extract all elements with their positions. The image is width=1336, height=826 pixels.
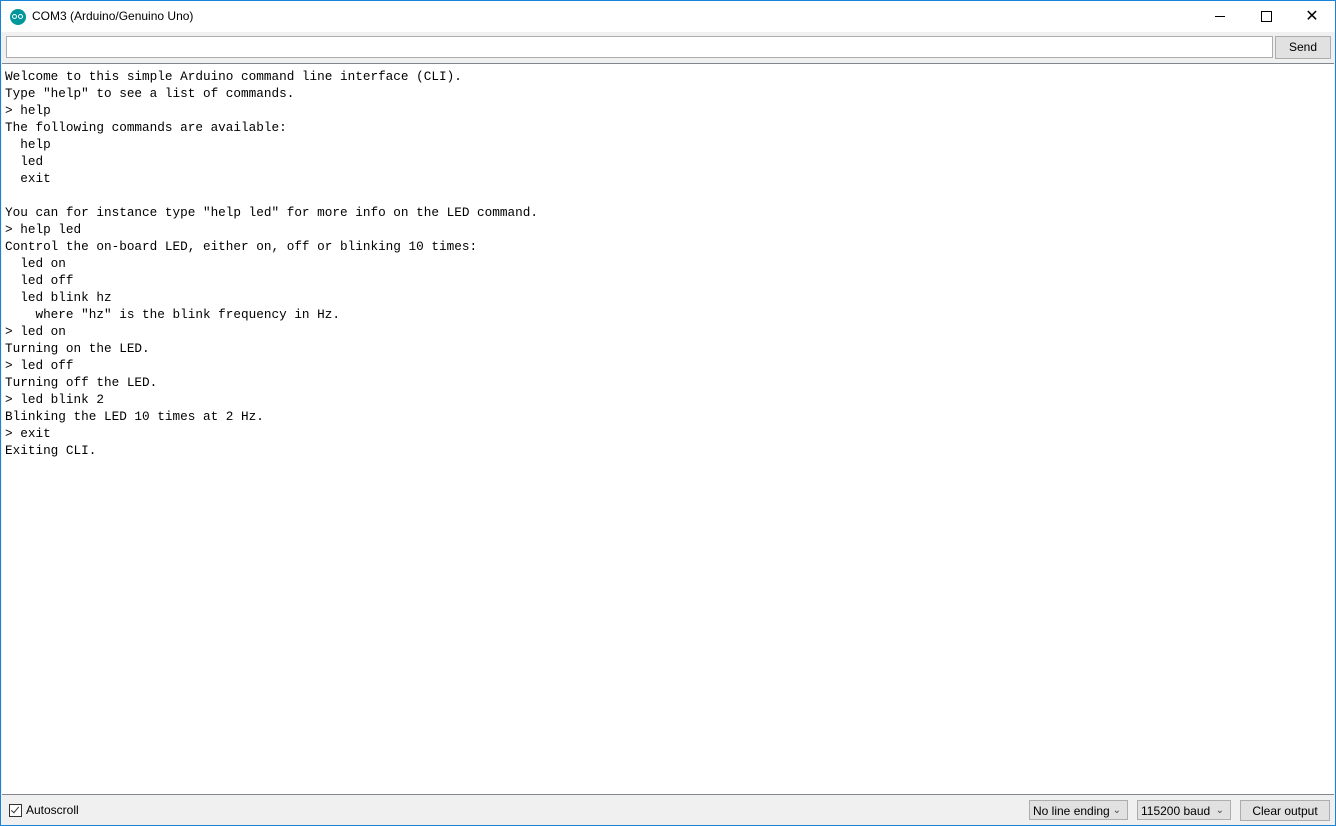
output-line: > exit xyxy=(5,426,51,441)
output-line: The following commands are available: xyxy=(5,120,287,135)
output-line: Control the on-board LED, either on, off… xyxy=(5,239,478,254)
output-line: Turning off the LED. xyxy=(5,375,158,390)
close-icon: ✕ xyxy=(1305,7,1319,25)
output-line: Type "help" to see a list of commands. xyxy=(5,86,295,101)
output-line: Exiting CLI. xyxy=(5,443,97,458)
line-ending-select[interactable]: No line ending ⌄ xyxy=(1029,800,1128,820)
maximize-button[interactable] xyxy=(1243,1,1289,32)
autoscroll-label: Autoscroll xyxy=(26,803,79,817)
output-line: > help xyxy=(5,103,51,118)
output-line: > help led xyxy=(5,222,82,237)
clear-output-button[interactable]: Clear output xyxy=(1240,800,1330,821)
output-line: Turning on the LED. xyxy=(5,341,150,356)
output-line: Welcome to this simple Arduino command l… xyxy=(5,69,462,84)
autoscroll-checkbox[interactable] xyxy=(9,803,22,817)
line-ending-value: No line ending xyxy=(1033,804,1110,818)
serial-monitor-window: COM3 (Arduino/Genuino Uno) ✕ Send Welcom… xyxy=(0,0,1336,826)
output-line: where "hz" is the blink frequency in Hz. xyxy=(5,307,341,322)
close-button[interactable]: ✕ xyxy=(1289,1,1335,32)
window-title: COM3 (Arduino/Genuino Uno) xyxy=(32,9,194,23)
baud-rate-select[interactable]: 115200 baud ⌄ xyxy=(1137,800,1231,820)
output-line: > led blink 2 xyxy=(5,392,104,407)
send-row: Send xyxy=(1,32,1335,63)
send-button[interactable]: Send xyxy=(1275,36,1331,59)
output-line: > led on xyxy=(5,324,66,339)
output-line: Blinking the LED 10 times at 2 Hz. xyxy=(5,409,264,424)
status-bar: Autoscroll No line ending ⌄ 115200 baud … xyxy=(1,795,1335,825)
arduino-logo-icon xyxy=(10,9,26,25)
output-line: > led off xyxy=(5,358,74,373)
output-line: led blink hz xyxy=(5,290,112,305)
chevron-down-icon: ⌄ xyxy=(1112,805,1121,816)
output-line: led off xyxy=(5,273,74,288)
serial-output[interactable]: Welcome to this simple Arduino command l… xyxy=(2,63,1334,795)
minimize-icon xyxy=(1215,16,1225,17)
output-line: led on xyxy=(5,256,66,271)
serial-input[interactable] xyxy=(6,36,1273,58)
autoscroll-toggle[interactable]: Autoscroll xyxy=(9,803,79,817)
baud-rate-value: 115200 baud xyxy=(1141,804,1211,818)
output-line: You can for instance type "help led" for… xyxy=(5,205,538,220)
title-bar[interactable]: COM3 (Arduino/Genuino Uno) ✕ xyxy=(1,1,1335,32)
chevron-down-icon: ⌄ xyxy=(1215,805,1224,816)
maximize-icon xyxy=(1260,11,1272,22)
output-line: led xyxy=(5,154,44,169)
output-line: help xyxy=(5,137,51,152)
minimize-button[interactable] xyxy=(1197,1,1243,32)
output-line: exit xyxy=(5,171,51,186)
